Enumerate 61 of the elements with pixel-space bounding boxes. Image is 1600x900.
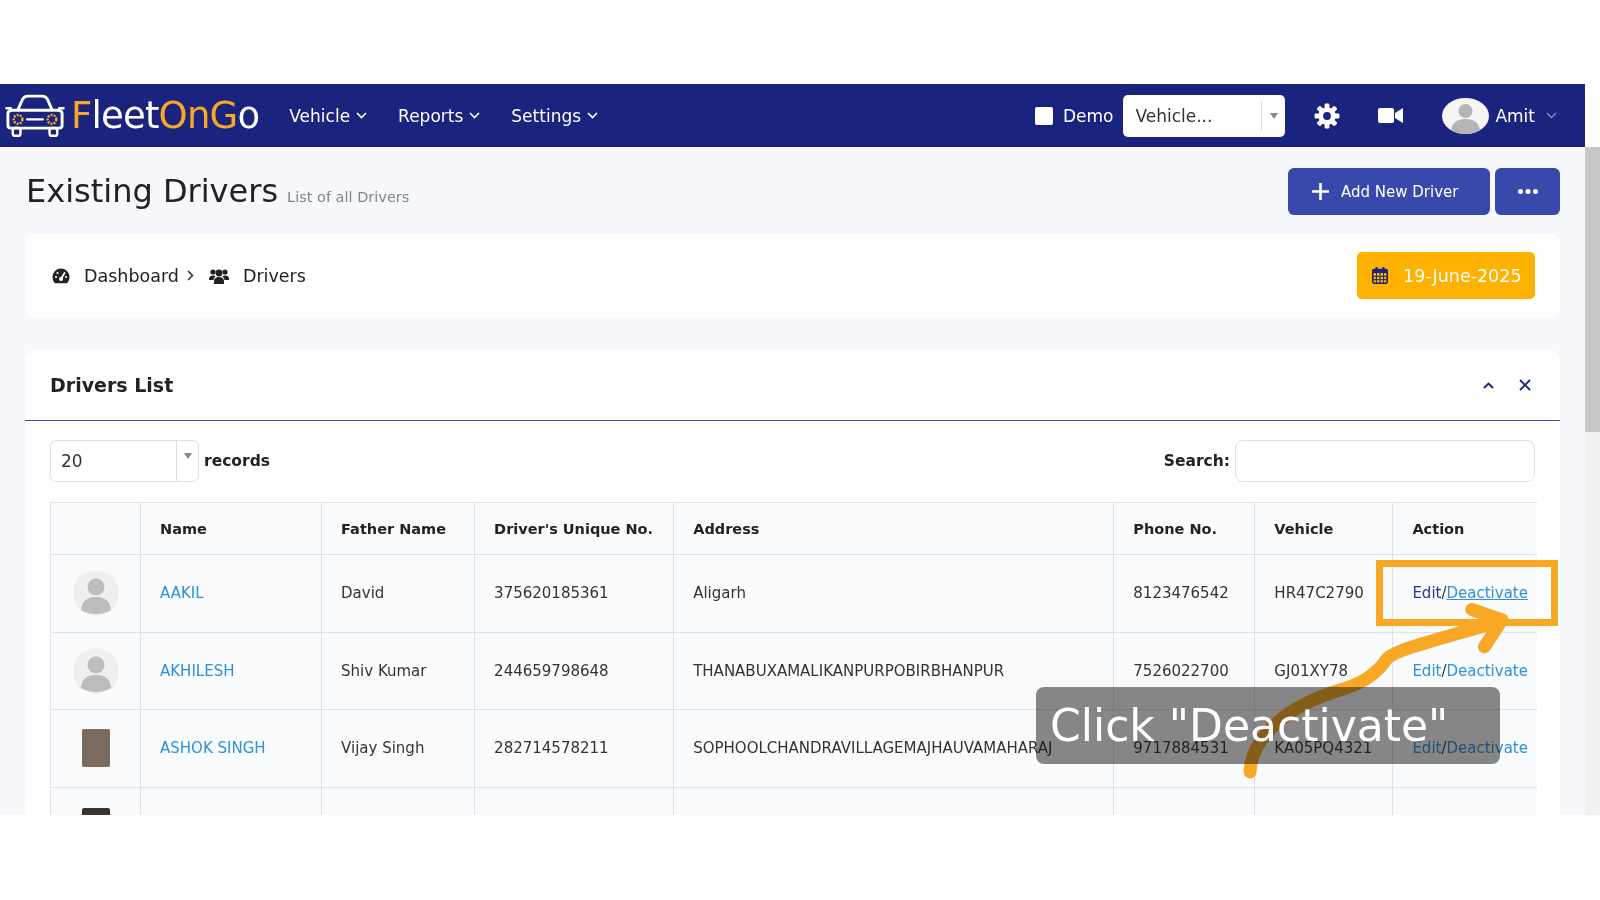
ellipsis-icon (1517, 189, 1538, 194)
nav-menu-item[interactable]: Reports (398, 105, 481, 126)
nav-menu-item[interactable]: Vehicle (289, 105, 368, 126)
chevron-down-icon (356, 112, 368, 119)
settings-icon[interactable] (1314, 102, 1341, 129)
table-cell: 375620185361 (474, 554, 674, 632)
search-field[interactable] (1235, 440, 1535, 482)
column-header[interactable]: Vehicle (1254, 502, 1393, 555)
records-label: records (204, 452, 270, 470)
close-icon[interactable] (1519, 379, 1531, 391)
table-cell: 282714578211 (474, 709, 674, 787)
chevron-right-icon (186, 270, 194, 281)
chevron-down-icon (1546, 112, 1557, 119)
column-header[interactable]: Name (140, 502, 322, 555)
column-header[interactable]: Action (1392, 502, 1537, 555)
dropdown-arrow-icon (1269, 112, 1278, 119)
column-header[interactable]: Address (673, 502, 1114, 555)
calendar-icon (1372, 267, 1388, 284)
nav-menu-item[interactable]: Settings (511, 105, 599, 126)
breadcrumb-link[interactable]: Drivers (242, 265, 306, 286)
edit-link[interactable]: Edit (1412, 584, 1442, 603)
table-cell: Aligarh (673, 554, 1114, 632)
chevron-down-icon (469, 112, 481, 119)
car-icon[interactable] (5, 93, 65, 138)
table-cell: Shiv Kumar (321, 632, 475, 710)
dropdown-arrow-icon (183, 453, 192, 459)
plus-icon (1312, 183, 1329, 200)
photo-placeholder (81, 729, 110, 768)
logo-text[interactable]: FleetOnGo (71, 93, 260, 138)
page-subtitle: List of all Drivers (287, 189, 410, 205)
column-header[interactable]: Phone No. (1113, 502, 1255, 555)
user-avatar-icon[interactable] (1442, 97, 1490, 134)
table-cell: 244659798648 (474, 632, 674, 710)
gauge-icon (52, 267, 70, 284)
page-title: Existing Drivers (26, 171, 279, 212)
scrollbar-track[interactable] (1585, 147, 1600, 815)
card-title: Drivers List (50, 374, 174, 396)
table-cell: 8123476542 (1113, 554, 1255, 632)
avatar-silhouette-icon (72, 570, 119, 617)
separator-text: / (1441, 661, 1447, 680)
table-cell: Vijay Singh (321, 709, 475, 787)
search-label: Search: (1163, 452, 1230, 470)
checkbox-label[interactable]: Demo (1062, 105, 1114, 126)
breadcrumb-link[interactable]: Dashboard (84, 265, 179, 286)
page-size-select[interactable]: 20 (50, 440, 199, 482)
add-driver-button[interactable]: Add New Driver (1288, 168, 1490, 215)
column-header[interactable]: Father Name (321, 502, 475, 555)
user-menu-button[interactable]: Amit (1495, 105, 1557, 126)
scrollbar-thumb[interactable] (1585, 147, 1600, 432)
column-header[interactable]: Driver's Unique No. (474, 502, 674, 555)
video-camera-icon[interactable] (1378, 107, 1404, 124)
chevron-down-icon (587, 112, 599, 119)
separator-text: / (1441, 584, 1447, 603)
checkbox[interactable] (1034, 106, 1053, 125)
chevron-up-icon[interactable] (1483, 381, 1494, 389)
more-options-button[interactable] (1495, 168, 1560, 215)
table-cell: David (321, 554, 475, 632)
avatar-silhouette-icon (72, 647, 119, 694)
users-icon (208, 267, 229, 284)
vehicle-select[interactable]: Vehicle... (1123, 94, 1286, 137)
table-cell: HR47C2790 (1254, 554, 1393, 632)
